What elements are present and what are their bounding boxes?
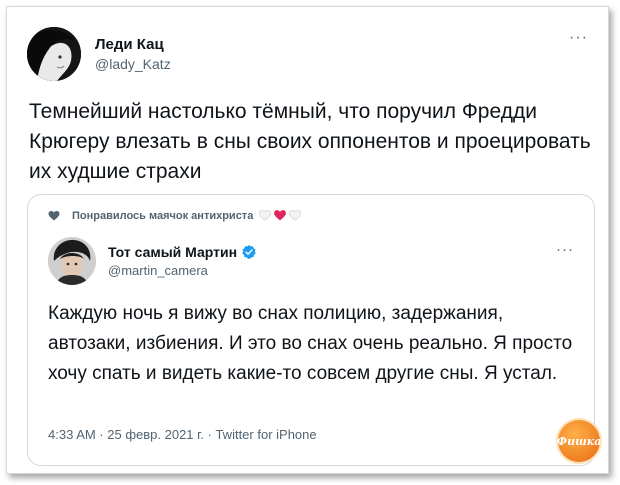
heart-icon: [48, 210, 60, 220]
verified-badge-icon: [242, 245, 256, 259]
tweet-text: Темнейший настолько тёмный, что поручил …: [29, 100, 591, 183]
quoted-avatar[interactable]: [48, 237, 96, 285]
quoted-author-name[interactable]: Тот самый Мартин: [108, 244, 237, 260]
author-info: Леди Кац @lady_Katz: [95, 36, 171, 72]
more-icon[interactable]: ···: [556, 241, 574, 258]
watermark-logo: Фишка: [556, 420, 602, 462]
quoted-timestamp[interactable]: 4:33 AM · 25 февр. 2021 г. · Twitter for…: [48, 427, 317, 442]
heart-emoji-group: [257, 209, 302, 222]
white-heart-icon: [259, 209, 272, 221]
liked-text: Понравилось маячок антихриста: [72, 209, 254, 222]
liked-indicator: Понравилось маячок антихриста: [48, 209, 302, 222]
tweet-card: Леди Кац @lady_Katz ··· Темнейший настол…: [6, 6, 609, 474]
avatar[interactable]: [27, 27, 81, 81]
avatar-image: [27, 27, 81, 81]
quoted-avatar-image: [48, 237, 96, 285]
more-icon[interactable]: ···: [569, 29, 588, 47]
white-heart-icon: [289, 209, 302, 221]
author-name[interactable]: Леди Кац: [95, 36, 171, 53]
quoted-author-info: Тот самый Мартин @martin_camera: [108, 244, 257, 278]
red-heart-icon: [274, 210, 287, 221]
quoted-author-name-row: Тот самый Мартин: [108, 244, 257, 260]
watermark-label: Фишка: [556, 434, 602, 448]
tweet-header: Леди Кац @lady_Katz: [27, 27, 171, 81]
quoted-author-handle[interactable]: @martin_camera: [108, 263, 257, 278]
author-handle[interactable]: @lady_Katz: [95, 56, 171, 72]
quoted-header: Тот самый Мартин @martin_camera: [48, 237, 257, 285]
quoted-text: Каждую ночь я вижу во снах полицию, заде…: [48, 303, 573, 384]
quoted-tweet[interactable]: Понравилось маячок антихриста Тот самый …: [27, 194, 595, 466]
